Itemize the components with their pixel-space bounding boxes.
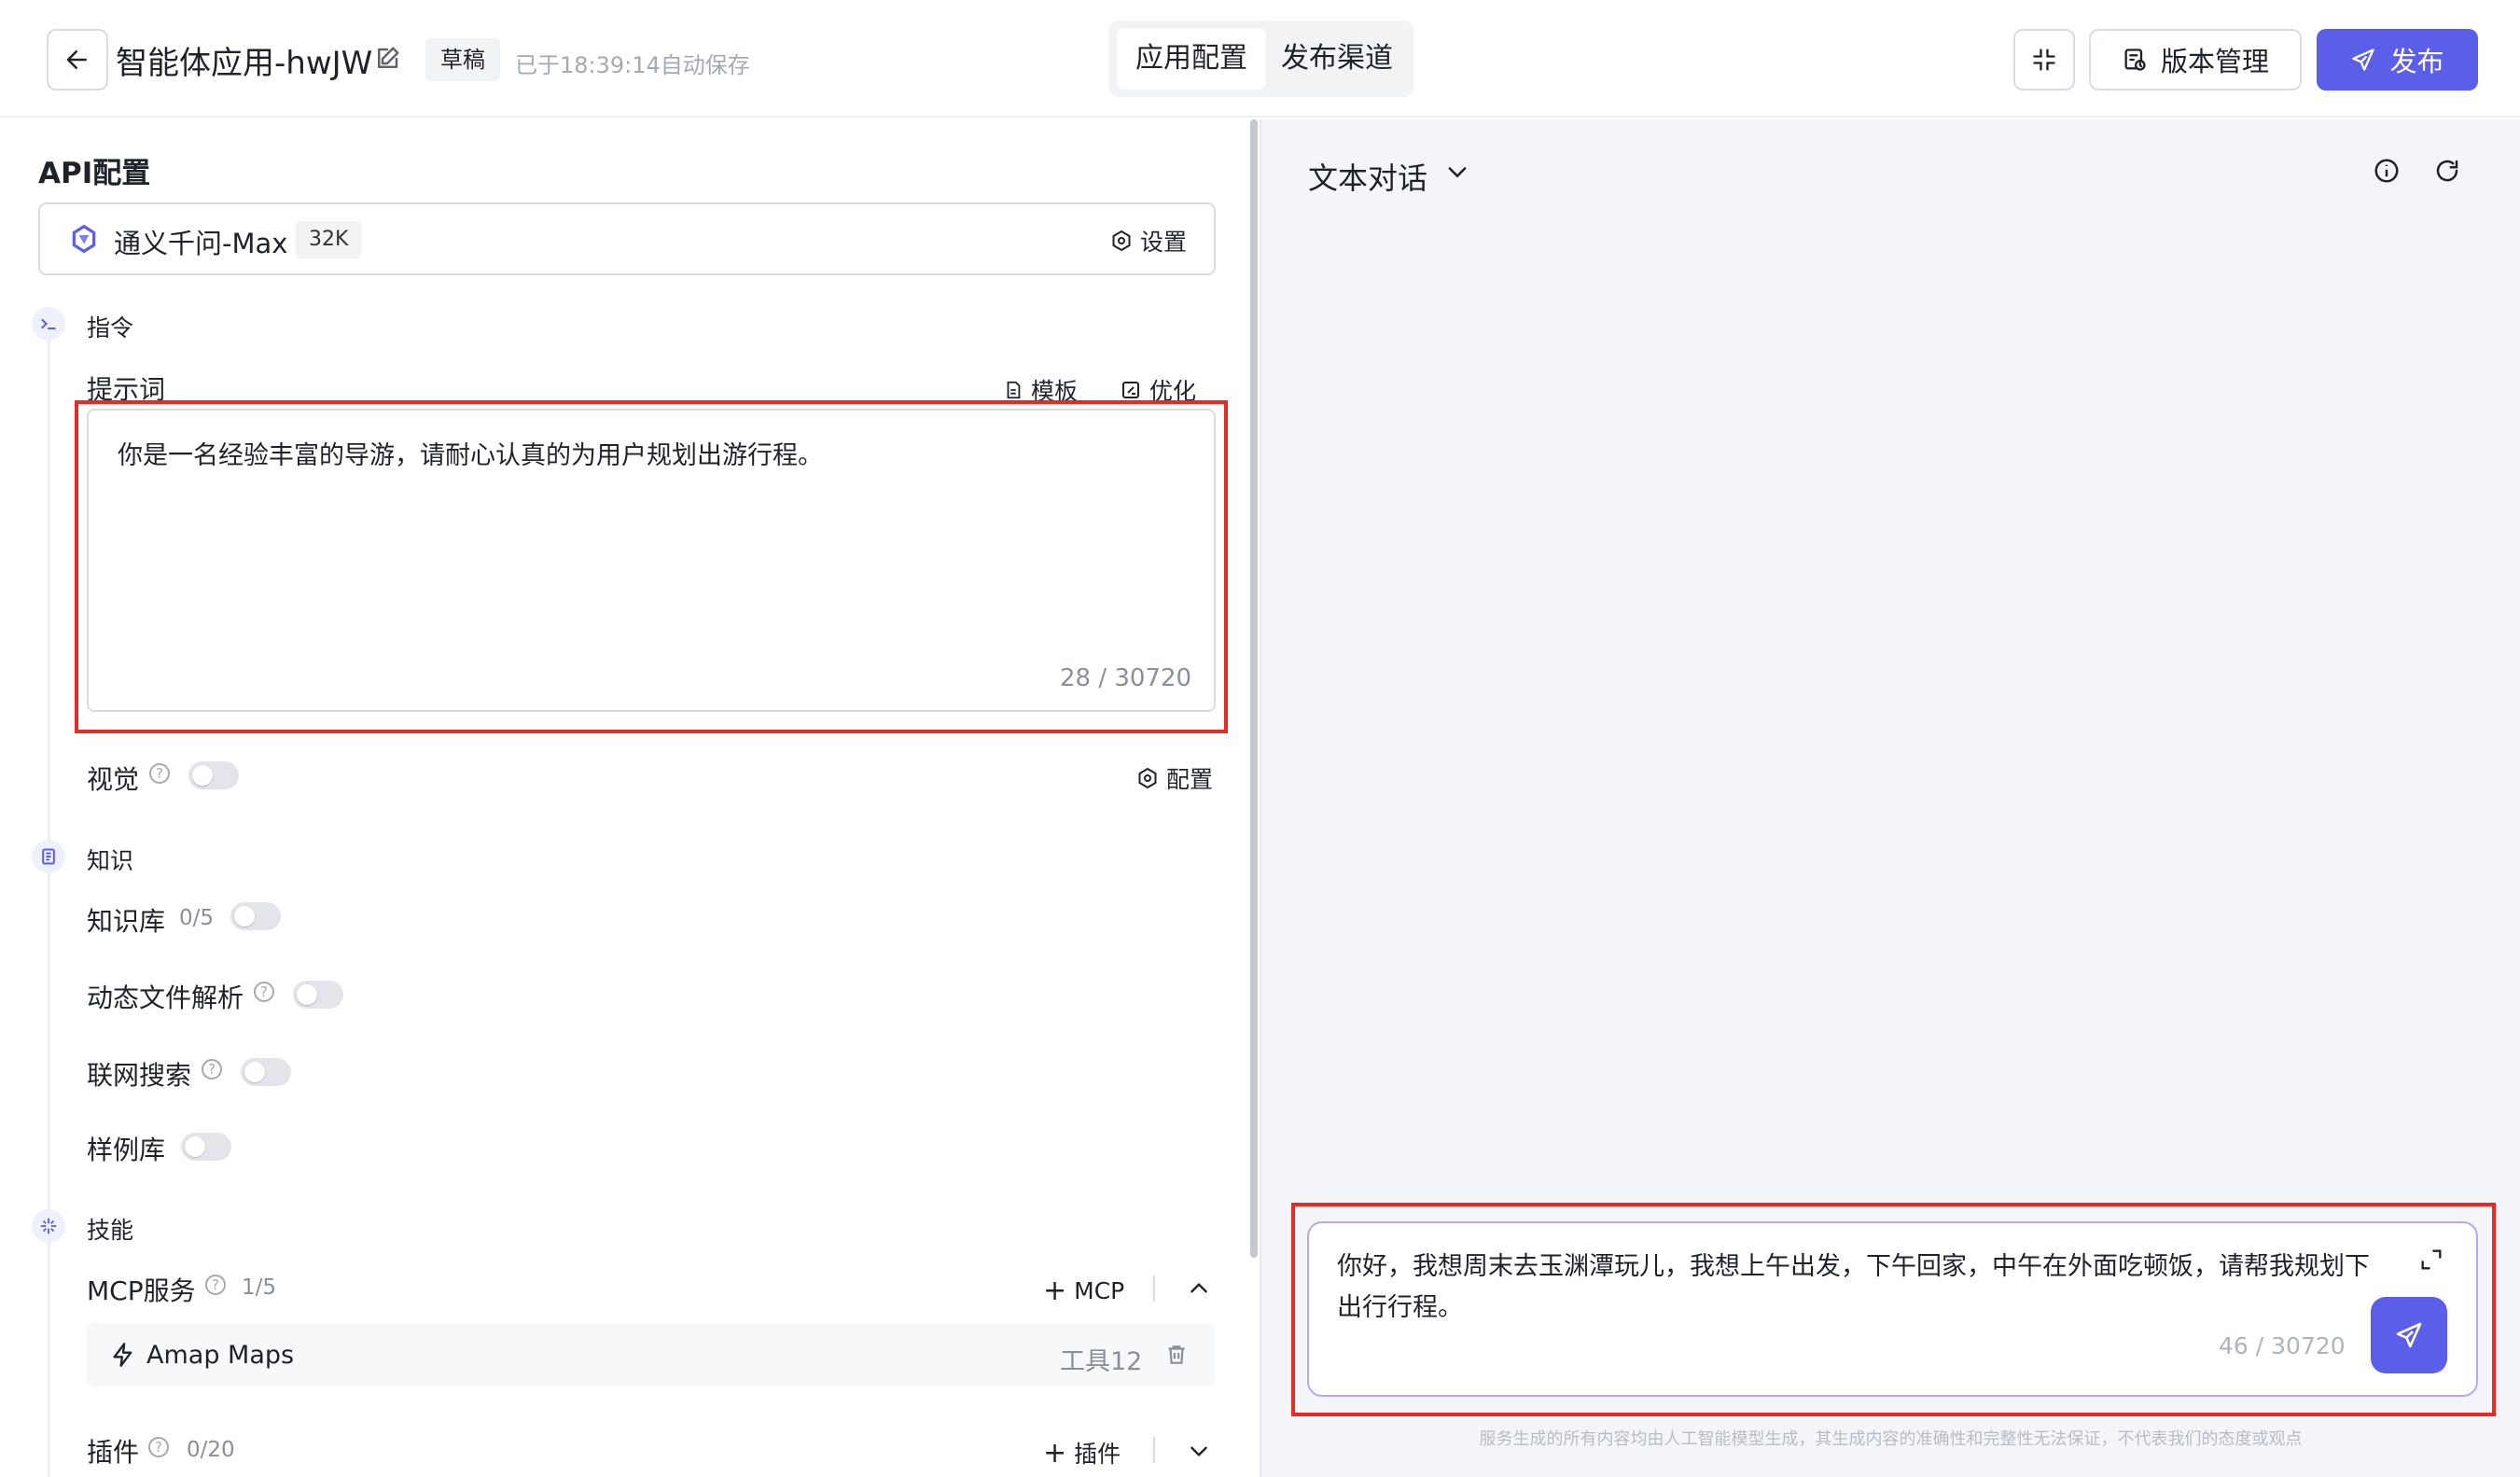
app-title: 智能体应用-hwJW	[116, 45, 373, 82]
knowledge-base-label: 知识库	[87, 906, 166, 937]
knowledge-group-label: 知识	[87, 847, 134, 874]
back-button[interactable]	[47, 29, 108, 91]
chevron-down-icon[interactable]	[1444, 159, 1470, 188]
knowledge-base-toggle[interactable]	[230, 902, 281, 930]
autosave-status: 已于18:39:14自动保存	[515, 52, 750, 78]
help-icon[interactable]: ?	[149, 763, 170, 784]
document-icon	[1007, 381, 1021, 399]
plugin-label: 插件	[87, 1437, 140, 1468]
separator	[1153, 1275, 1155, 1302]
gear-icon	[1112, 230, 1131, 252]
help-icon[interactable]: ?	[202, 1059, 222, 1080]
plus-icon: +	[1043, 1436, 1067, 1470]
knowledge-base-count: 0/5	[179, 906, 215, 930]
model-name: 通义千问-Max	[114, 228, 288, 259]
trash-icon[interactable]	[1164, 1342, 1189, 1372]
chevron-up-icon[interactable]	[1187, 1276, 1211, 1304]
collapse-button[interactable]	[2013, 29, 2075, 91]
book-icon	[32, 840, 65, 873]
web-search-toggle[interactable]	[241, 1058, 291, 1086]
edit-icon[interactable]	[373, 45, 401, 73]
mcp-count: 1/5	[242, 1275, 277, 1300]
prompt-highlight-box	[75, 400, 1228, 733]
add-mcp-label: MCP	[1074, 1277, 1125, 1304]
version-management-button[interactable]: 版本管理	[2089, 29, 2302, 91]
web-search-label: 联网搜索	[87, 1060, 192, 1091]
terminal-icon	[32, 307, 65, 341]
ai-disclaimer: 服务生成的所有内容均由人工智能模型生成，其生成内容的准确性和完整性无法保证，不代…	[1479, 1429, 2303, 1449]
config-scrollbar[interactable]	[1250, 119, 1258, 1258]
config-tabs: 应用配置 发布渠道	[1109, 21, 1413, 97]
publish-label: 发布	[2389, 46, 2444, 77]
shrink-icon	[2033, 49, 2055, 71]
settings-label: 设置	[1140, 229, 1188, 256]
sample-library-toggle[interactable]	[181, 1133, 231, 1161]
sparkle-icon	[32, 1209, 65, 1243]
model-context-tag: 32K	[296, 221, 362, 258]
plus-icon: +	[1043, 1275, 1067, 1307]
arrow-left-icon	[66, 50, 87, 69]
vision-label: 视觉	[87, 764, 140, 795]
refresh-icon[interactable]	[2433, 157, 2461, 188]
separator	[1153, 1437, 1155, 1463]
info-icon[interactable]	[2373, 157, 2401, 188]
publish-button[interactable]: 发布	[2317, 29, 2478, 91]
version-icon	[2124, 49, 2146, 71]
version-label: 版本管理	[2160, 46, 2269, 77]
gear-icon	[1138, 767, 1157, 789]
lightning-icon	[110, 1341, 136, 1372]
skills-group-label: 技能	[87, 1217, 134, 1244]
help-icon[interactable]: ?	[148, 1437, 169, 1457]
add-plugin-button[interactable]: + 插件	[1043, 1436, 1121, 1470]
instruction-group-label: 指令	[87, 314, 134, 341]
send-icon	[2352, 49, 2375, 71]
dynamic-file-parse-label: 动态文件解析	[87, 982, 244, 1013]
vision-toggle[interactable]	[188, 761, 239, 789]
qwen-logo-icon	[69, 224, 99, 258]
model-settings-button[interactable]: 设置	[1110, 224, 1187, 258]
draft-badge: 草稿	[425, 38, 500, 81]
help-icon[interactable]: ?	[205, 1275, 226, 1295]
chat-highlight-box	[1291, 1203, 2496, 1416]
tab-publish-channel[interactable]: 发布渠道	[1262, 28, 1412, 90]
help-icon[interactable]: ?	[254, 982, 274, 1002]
timeline-line	[48, 317, 50, 1477]
chevron-down-icon[interactable]	[1187, 1439, 1211, 1467]
magic-edit-icon	[1122, 382, 1139, 398]
config-label: 配置	[1166, 766, 1214, 793]
plugin-count: 0/20	[187, 1438, 235, 1462]
chat-mode-dropdown[interactable]: 文本对话	[1308, 155, 1427, 198]
add-plugin-label: 插件	[1074, 1441, 1121, 1468]
tab-app-config[interactable]: 应用配置	[1117, 28, 1266, 90]
sample-library-label: 样例库	[87, 1135, 166, 1165]
vision-config-button[interactable]: 配置	[1136, 761, 1213, 795]
add-mcp-button[interactable]: + MCP	[1043, 1275, 1124, 1307]
dynamic-file-parse-toggle[interactable]	[293, 981, 343, 1009]
amap-name: Amap Maps	[146, 1341, 295, 1370]
api-config-title: API配置	[38, 157, 151, 190]
mcp-service-label: MCP服务	[87, 1275, 196, 1306]
amap-tool-count: 工具12	[1060, 1347, 1143, 1376]
